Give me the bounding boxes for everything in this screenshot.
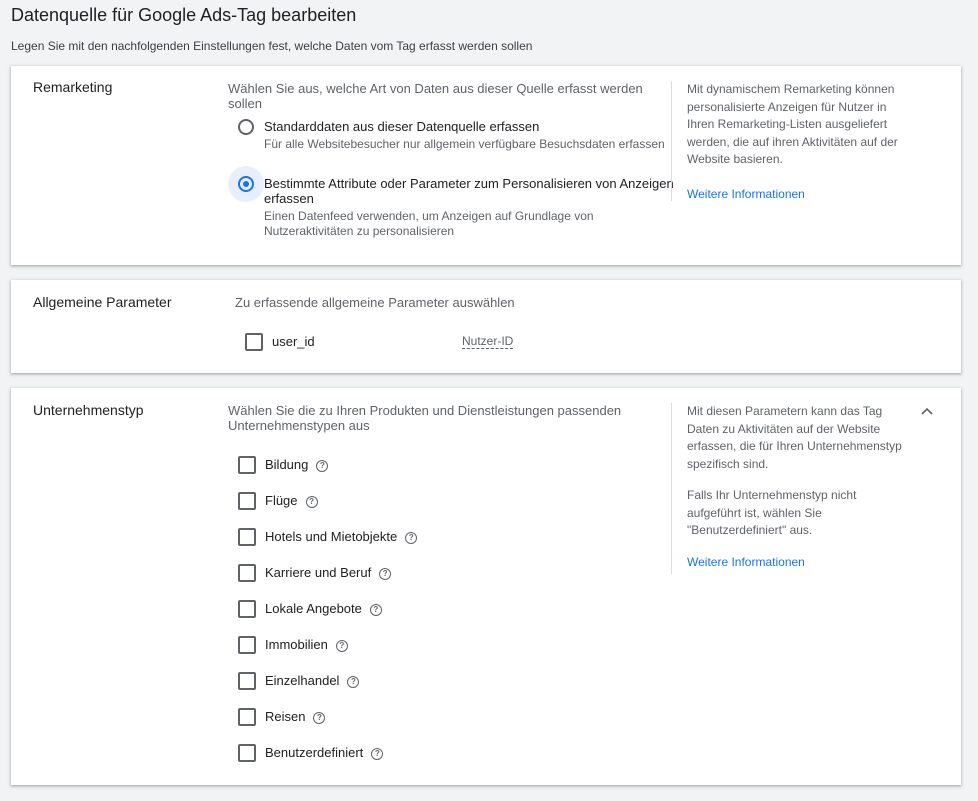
business-checkbox[interactable] [238,456,256,474]
business-checkbox[interactable] [238,600,256,618]
remarketing-side-text: Mit dynamischem Remarketing können perso… [687,82,898,166]
business-checkbox[interactable] [238,708,256,726]
remarketing-hint: Wählen Sie aus, welche Art von Daten aus… [228,81,643,111]
radio-standard[interactable] [238,119,254,135]
remarketing-side-panel: Mit dynamischem Remarketing können perso… [671,81,902,201]
param-user-id-label: user_id [272,334,315,349]
business-checkbox[interactable] [238,744,256,762]
help-icon[interactable]: ? [316,460,329,472]
business-type-card: Unternehmenstyp Wählen Sie die zu Ihren … [11,388,961,785]
radio-standard-title: Standarddaten aus dieser Datenquelle erf… [264,119,540,134]
help-icon[interactable]: ? [313,712,326,724]
help-icon[interactable]: ? [371,748,384,760]
page-subtitle: Legen Sie mit den nachfolgenden Einstell… [11,39,533,53]
business-checkbox[interactable] [238,492,256,510]
business-option-label: Bildung [265,457,309,472]
page-title: Datenquelle für Google Ads-Tag bearbeite… [11,5,357,25]
general-params-label: Allgemeine Parameter [33,294,172,310]
help-icon[interactable]: ? [347,676,360,688]
business-option-label: Reisen [265,709,306,724]
help-icon[interactable]: ? [379,568,392,580]
business-option-label: Lokale Angebote [265,601,362,616]
radio-standard-description: Für alle Websitebesucher nur allgemein v… [264,137,665,151]
business-type-side-panel: Mit diesen Parametern kann das Tag Daten… [671,403,902,574]
help-icon[interactable]: ? [405,532,418,544]
business-option-label: Karriere und Beruf [265,565,372,580]
business-option-label: Immobilien [265,637,328,652]
help-icon[interactable]: ? [305,496,318,508]
param-user-id-description[interactable]: Nutzer-ID [462,334,514,349]
help-icon[interactable]: ? [369,604,382,616]
business-type-hint: Wählen Sie die zu Ihren Produkten und Di… [228,403,622,433]
business-checkbox[interactable] [238,636,256,654]
business-checkbox[interactable] [238,672,256,690]
business-option-label: Einzelhandel [265,673,340,688]
business-option-label: Flüge [265,493,298,508]
param-user-id-checkbox[interactable] [245,333,263,351]
business-type-learn-more-link[interactable]: Weitere Informationen [687,554,805,572]
radio-personalized-title: Bestimmte Attribute oder Parameter zum P… [264,176,674,206]
business-option-label: Benutzerdefiniert [265,745,364,760]
business-checkbox[interactable] [238,528,256,546]
business-type-side-text-2: Falls Ihr Unternehmenstyp nicht aufgefüh… [687,488,857,537]
business-type-side-text-1: Mit diesen Parametern kann das Tag Daten… [687,404,902,471]
remarketing-label: Remarketing [33,79,113,95]
business-option-label: Hotels und Mietobjekte [265,529,398,544]
chevron-up-icon[interactable] [921,406,933,416]
general-params-hint: Zu erfassende allgemeine Parameter auswä… [235,295,515,310]
business-type-label: Unternehmenstyp [33,402,144,418]
remarketing-card: Remarketing Wählen Sie aus, welche Art v… [11,66,961,265]
radio-personalized[interactable] [238,176,254,192]
remarketing-learn-more-link[interactable]: Weitere Informationen [687,186,805,204]
radio-personalized-description: Einen Datenfeed verwenden, um Anzeigen a… [264,209,594,238]
general-params-card: Allgemeine Parameter Zu erfassende allge… [11,280,961,373]
help-icon[interactable]: ? [335,640,348,652]
business-checkbox[interactable] [238,564,256,582]
